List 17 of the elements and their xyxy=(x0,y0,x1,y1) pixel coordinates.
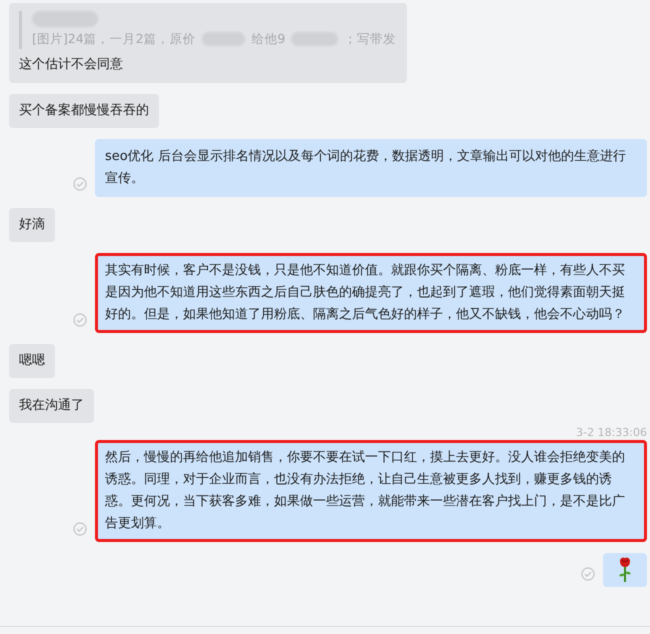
message-bubble: 然后，慢慢的再给他追加销售，你要不要在试一下口红，摸上去更好。没人谁会拒绝变美的诱惑。同理，对于企业而言，也没有办法拒绝，让自己生意被更多人找到，赚更多钱的诱惑。更何况，当下获客多难，如果做一些运营，就能带来一些潜在客户找上门，是不是比广告更划算。 xyxy=(95,440,647,542)
sent-check-icon xyxy=(581,567,595,581)
message-bubble: 我在沟通了 xyxy=(9,389,94,423)
sent-check-icon xyxy=(73,177,87,191)
message-bubble: 嗯嗯 xyxy=(9,344,55,378)
timestamp: 3-2 18:33:06 xyxy=(576,426,647,439)
quoted-text: 给他9 xyxy=(251,30,286,48)
message-bubble: 好滴 xyxy=(9,208,55,242)
sent-check-icon xyxy=(73,313,87,327)
message-bubble: seo优化 后台会显示排名情况以及每个词的花费，数据透明，文章输出可以对他的生意进行宣传。 xyxy=(95,139,647,197)
message-text: 这个估计不会同意 xyxy=(19,56,124,74)
quoted-text: ；写带发 xyxy=(344,30,396,48)
message-bubble: 买个备案都慢慢吞吞的 xyxy=(9,94,159,128)
message-bubble: 其实有时候，客户不是没钱，只是他不知道价值。就跟你买个隔离、粉底一样，有些人不买是因为他不知道用这些东西之后自己肤色的确提亮了，也起到了遮瑕，他们觉得素面朝天挺好的。但是，如果他知道了用粉底、隔离之后气色好的样子，他又不缺钱，他会不心动吗？ xyxy=(95,253,647,333)
sent-check-icon xyxy=(73,522,87,536)
quoted-text: [图片]24篇，一月2篇，原价 xyxy=(32,30,196,48)
rose-icon xyxy=(617,557,633,583)
